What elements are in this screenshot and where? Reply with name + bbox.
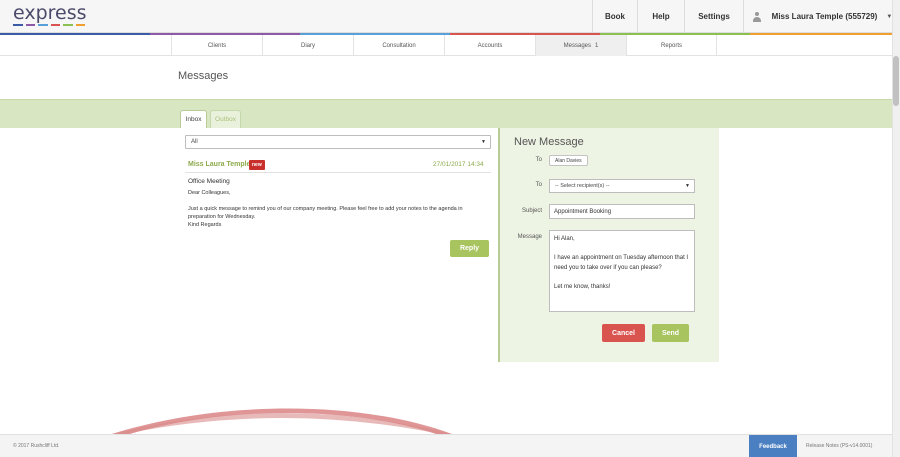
logo-text: express [13,2,87,24]
nav-accounts[interactable]: Accounts [444,35,535,56]
footer: © 2017 Rushcliff Ltd. Feedback Release N… [0,434,892,457]
message-date: 27/01/2017 14:34 [433,161,484,168]
tab-inbox[interactable]: Inbox [180,110,207,128]
book-link[interactable]: Book [592,0,637,33]
send-button[interactable]: Send [652,324,689,342]
recipient-select-value: -- Select recipient(s) -- [555,183,610,189]
message-body: Dear Colleagues, Just a quick message to… [188,190,463,228]
decorative-wave [112,408,452,434]
top-nav: Book Help Settings Miss Laura Temple (55… [592,0,900,33]
cancel-button[interactable]: Cancel [602,324,645,342]
nav-diary[interactable]: Diary [262,35,353,56]
nav-messages-label: Messages [563,42,591,49]
user-name: Miss Laura Temple (555729) [771,12,878,21]
subject-label: Subject [521,208,542,214]
new-message-title: New Message [514,136,584,148]
caret-down-icon: ▼ [481,139,486,145]
logo-color-dashes [13,24,85,26]
user-icon [752,11,762,22]
feedback-button[interactable]: Feedback [749,435,797,457]
nav-messages[interactable]: Messages 1 [535,35,626,56]
message-label: Message [517,234,542,240]
release-notes-link[interactable]: Release Notes (PS-v14.0001) [806,443,872,449]
express-logo[interactable]: express [13,2,87,28]
copyright-text: © 2017 Rushcliff Ltd. [13,443,60,449]
recipient-chip[interactable]: Alan Davies [549,155,588,166]
scrollbar-thumb[interactable] [893,56,899,106]
caret-down-icon: ▼ [685,183,690,189]
nav-consultation[interactable]: Consultation [353,35,444,56]
top-bar: express Book Help Settings Miss Laura Te… [0,0,900,33]
message-textarea[interactable]: Hi Alan, I have an appointment on Tuesda… [549,230,695,312]
new-message-panel: New Message To Alan Davies To -- Select … [498,128,719,362]
recipient-select[interactable]: -- Select recipient(s) -- ▼ [549,179,695,193]
reply-button[interactable]: Reply [450,240,489,257]
user-menu[interactable]: Miss Laura Temple (555729) ▼ [743,0,900,33]
tabs-band [0,99,900,128]
to-label-2: To [535,182,542,188]
settings-link[interactable]: Settings [684,0,743,33]
new-badge: new [249,160,265,170]
messages-count-badge: 1 [595,42,599,49]
page-scrollbar[interactable] [892,0,900,457]
page-title: Messages [178,70,229,82]
nav-clients[interactable]: Clients [171,35,262,56]
subject-input[interactable]: Appointment Booking [549,204,695,219]
message-subject: Office Meeting [188,178,230,185]
inbox-filter-select[interactable]: All ▼ [185,135,491,149]
tab-outbox[interactable]: Outbox [210,110,241,128]
nav-reports[interactable]: Reports [626,35,717,56]
to-label: To [535,157,542,163]
inbox-filter-value: All [191,139,198,145]
message-sender[interactable]: Miss Laura Temple [188,161,251,168]
message-divider [185,172,491,173]
help-link[interactable]: Help [637,0,684,33]
main-nav: Clients Diary Consultation Accounts Mess… [0,35,900,56]
